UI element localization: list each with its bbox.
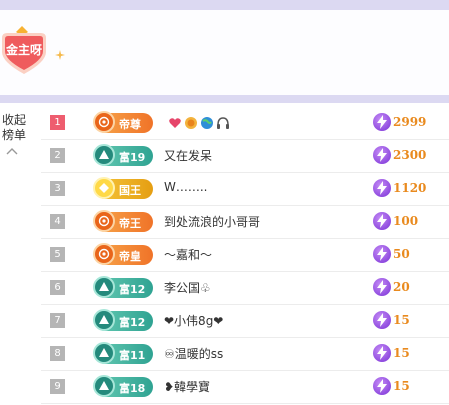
user-name[interactable]: 到处流浪的小哥哥 — [164, 213, 260, 230]
level-badge: 帝尊 — [93, 111, 153, 133]
lightning-coin-icon — [373, 212, 391, 230]
leaderboard-row[interactable]: 5 帝皇 ～嘉和～ 50 — [41, 238, 449, 272]
level-label: 富12 — [119, 316, 146, 329]
level-label: 帝皇 — [119, 250, 141, 263]
level-label: 富12 — [119, 283, 146, 296]
lightning-coin-icon — [373, 311, 391, 329]
user-name[interactable]: W…….. — [164, 180, 208, 194]
rank-number: 7 — [50, 313, 65, 328]
level-label: 帝尊 — [119, 118, 141, 131]
score-value: 50 — [393, 247, 410, 261]
leaderboard-row[interactable]: 7 富12 ❤小伟8g❤ 15 — [41, 304, 449, 338]
level-label: 富11 — [119, 349, 146, 362]
gold-patron-badge: 金主呀 — [0, 24, 56, 82]
rank-number: 8 — [50, 346, 65, 361]
lightning-coin-icon — [373, 245, 391, 263]
score-value: 2999 — [393, 115, 427, 129]
level-label: 帝王 — [119, 217, 141, 230]
leaderboard-row[interactable]: 2 富19 又在发呆 2300 — [41, 139, 449, 173]
score-value: 15 — [393, 313, 410, 327]
leaderboard-row[interactable]: 6 富12 李公国♧ 20 — [41, 271, 449, 305]
user-name[interactable]: ❤小伟8g❤ — [164, 312, 223, 329]
leaderboard-row[interactable]: 3 国王 W…….. 1120 — [41, 172, 449, 206]
rank-number: 9 — [50, 379, 65, 394]
top-strip — [0, 0, 449, 10]
level-label: 富19 — [119, 151, 146, 164]
chevron-up-icon — [6, 148, 18, 155]
sparkle-icon — [55, 50, 65, 60]
level-label: 富18 — [119, 382, 146, 395]
lightning-coin-icon — [373, 377, 391, 395]
banner — [0, 10, 449, 95]
lightning-coin-icon — [373, 146, 391, 164]
heart-icon — [168, 115, 182, 129]
score-value: 20 — [393, 280, 410, 294]
score-value: 15 — [393, 379, 410, 393]
lightning-coin-icon — [373, 113, 391, 131]
score-value: 15 — [393, 346, 410, 360]
level-icon — [93, 111, 115, 133]
leaderboard-row[interactable]: 9 富18 ❥韓學寶 15 — [41, 370, 449, 404]
lightning-coin-icon — [373, 344, 391, 362]
score-value: 2300 — [393, 148, 427, 162]
level-icon — [93, 375, 115, 397]
globe-icon — [200, 115, 214, 129]
leaderboard-row[interactable]: 8 富11 ♾温暖的ss 15 — [41, 337, 449, 371]
headphones-icon — [216, 115, 230, 129]
level-icon — [93, 309, 115, 331]
level-icon — [93, 210, 115, 232]
user-name[interactable]: ♾温暖的ss — [164, 345, 223, 362]
collapse-label-line1: 收起 — [1, 113, 26, 127]
level-badge: 富19 — [93, 144, 153, 166]
rank-number: 5 — [50, 247, 65, 262]
level-icon — [93, 177, 115, 199]
rank-number: 2 — [50, 148, 65, 163]
medal-icon — [184, 115, 198, 129]
level-badge: 国王 — [93, 177, 153, 199]
level-badge: 富12 — [93, 309, 153, 331]
user-name[interactable]: 又在发呆 — [164, 147, 212, 164]
level-badge: 帝皇 — [93, 243, 153, 265]
level-badge: 富18 — [93, 375, 153, 397]
score-value: 100 — [393, 214, 419, 228]
level-badge: 帝王 — [93, 210, 153, 232]
user-name[interactable]: ❥韓學寶 — [164, 378, 210, 395]
rank-number: 3 — [50, 181, 65, 196]
badge-label: 金主呀 — [5, 43, 42, 57]
collapse-label-line2: 榜单 — [1, 128, 26, 142]
user-name[interactable]: 李公国♧ — [164, 279, 211, 296]
level-badge: 富11 — [93, 342, 153, 364]
score-value: 1120 — [393, 181, 427, 195]
level-icon — [93, 342, 115, 364]
rank-number: 4 — [50, 214, 65, 229]
lightning-coin-icon — [373, 179, 391, 197]
leaderboard-row[interactable]: 1 帝尊 2999 — [41, 106, 449, 140]
level-badge: 富12 — [93, 276, 153, 298]
divider-strip — [0, 95, 449, 103]
user-name[interactable]: ～嘉和～ — [164, 246, 212, 263]
leaderboard-row[interactable]: 4 帝王 到处流浪的小哥哥 100 — [41, 205, 449, 239]
user-decorations — [168, 115, 232, 131]
level-icon — [93, 243, 115, 265]
rank-number: 1 — [50, 115, 65, 130]
level-icon — [93, 276, 115, 298]
rank-number: 6 — [50, 280, 65, 295]
collapse-list-button[interactable]: 收起 榜单 — [0, 113, 28, 155]
level-label: 国王 — [119, 184, 141, 197]
level-icon — [93, 144, 115, 166]
lightning-coin-icon — [373, 278, 391, 296]
